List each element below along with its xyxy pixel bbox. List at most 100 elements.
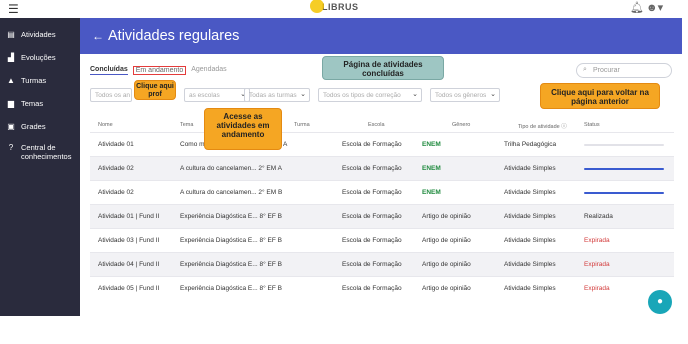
page-title: Atividades regulares xyxy=(108,28,240,44)
cell-nome: Atividade 02 xyxy=(98,165,134,172)
table-row[interactable]: Atividade 04 | Fund II Experiência Diagó… xyxy=(90,252,674,276)
progress-bar xyxy=(584,168,664,170)
sidebar-item-label: Evoluções xyxy=(21,53,56,62)
sidebar-item-label: Temas xyxy=(21,99,44,108)
cell-tipo: Atividade Simples xyxy=(504,165,556,172)
cell-nome: Atividade 05 | Fund II xyxy=(98,285,160,292)
cell-genero: ENEM xyxy=(422,165,441,172)
cell-tema: Experiência Diagóstica E... 8° EF B xyxy=(180,285,282,292)
tab-agendadas[interactable]: Agendadas xyxy=(191,66,226,75)
table-row[interactable]: Atividade 02 A cultura do cancelamen... … xyxy=(90,180,674,204)
sidebar-item-central[interactable]: ? Central de conhecimentos xyxy=(6,143,78,161)
search-placeholder: Procurar xyxy=(593,67,620,74)
tab-bar: Concluídas Em andamento Agendadas xyxy=(90,66,227,75)
column-header: Turma xyxy=(294,122,310,128)
bell-icon[interactable]: 🔔︎ xyxy=(630,1,644,14)
question-icon: ? xyxy=(8,143,14,152)
cell-genero: Artigo de opinião xyxy=(422,261,471,268)
sidebar-item-evolucoes[interactable]: ▟ Evoluções xyxy=(6,53,78,62)
cell-genero: Artigo de opinião xyxy=(422,213,471,220)
sidebar: ▤ Atividades ▟ Evoluções ▲ Turmas ▆ Tema… xyxy=(0,18,80,316)
cell-nome: Atividade 01 | Fund II xyxy=(98,213,160,220)
filter-value: as escolas xyxy=(189,92,220,99)
filter-tipos-correcao[interactable]: Todos os tipos de correção ⌄ xyxy=(318,88,422,102)
column-header: Tema xyxy=(180,122,194,128)
cell-escola: Escola de Formação xyxy=(342,285,402,292)
filter-escolas[interactable]: as escolas ⌄ xyxy=(184,88,250,102)
cell-tipo: Atividade Simples xyxy=(504,261,556,268)
filter-anos[interactable]: Todos os an xyxy=(90,88,132,102)
cell-escola: Escola de Formação xyxy=(342,165,402,172)
tab-em-andamento[interactable]: Em andamento xyxy=(132,66,187,75)
cell-nome: Atividade 03 | Fund II xyxy=(98,237,160,244)
cell-tema: A cultura do cancelamen... 2° EM B xyxy=(180,189,283,196)
chevron-down-icon: ⌄ xyxy=(300,91,306,98)
callout-voltar: Clique aqui para voltar na página anteri… xyxy=(540,83,660,109)
cell-tipo: Atividade Simples xyxy=(504,189,556,196)
cell-status: Expirada xyxy=(584,285,610,292)
chevron-down-icon: ⌄ xyxy=(490,91,496,98)
table-row[interactable]: Atividade 03 | Fund II Experiência Diagó… xyxy=(90,228,674,252)
cell-tipo: Trilha Pedagógica xyxy=(504,141,557,148)
back-arrow-icon[interactable]: ← xyxy=(92,29,104,43)
sidebar-item-atividades[interactable]: ▤ Atividades xyxy=(6,30,78,39)
cell-tema: Experiência Diagóstica E... 8° EF B xyxy=(180,213,282,220)
filter-generos[interactable]: Todos os gêneros ⌄ xyxy=(430,88,500,102)
column-header: Tipo de atividade ⓘ xyxy=(518,124,567,130)
cell-tipo: Atividade Simples xyxy=(504,237,556,244)
chat-bubble-icon[interactable]: ● xyxy=(648,290,672,314)
page-header: ← Atividades regulares xyxy=(80,18,682,54)
column-header: Status xyxy=(584,122,600,128)
cell-status: Expirada xyxy=(584,237,610,244)
cell-escola: Escola de Formação xyxy=(342,261,402,268)
cell-nome: Atividade 02 xyxy=(98,189,134,196)
search-icon: ⌕ xyxy=(583,66,587,73)
search-input[interactable]: ⌕ Procurar xyxy=(576,63,672,78)
tab-concluidas[interactable]: Concluídas xyxy=(90,66,128,75)
sidebar-item-grades[interactable]: ▣ Grades xyxy=(6,122,78,131)
logo: LIBRUS xyxy=(310,0,359,13)
sidebar-item-label: Grades xyxy=(21,122,46,131)
user-avatar-icon[interactable]: ☻▾ xyxy=(646,1,663,14)
sidebar-item-turmas[interactable]: ▲ Turmas xyxy=(6,76,78,85)
callout-pagina-concluidas: Página de atividades concluídas xyxy=(322,56,444,80)
hamburger-menu-icon[interactable]: ☰ xyxy=(8,2,19,16)
table-row[interactable]: Atividade 01 Como manter a saúde fis... … xyxy=(90,132,674,156)
callout-clique-aqui-prof: Clique aqui prof xyxy=(134,80,176,100)
table-row[interactable]: Atividade 05 | Fund II Experiência Diagó… xyxy=(90,276,674,300)
filter-value: Todas as turmas xyxy=(249,92,297,99)
cell-genero: ENEM xyxy=(422,141,441,148)
cell-tema: A cultura do cancelamen... 2° EM A xyxy=(180,165,282,172)
cell-status: Expirada xyxy=(584,261,610,268)
chart-icon: ▟ xyxy=(7,53,15,62)
cell-genero: ENEM xyxy=(422,189,441,196)
cell-escola: Escola de Formação xyxy=(342,189,402,196)
cell-escola: Escola de Formação xyxy=(342,141,402,148)
table-row[interactable]: Atividade 01 | Fund II Experiência Diagó… xyxy=(90,204,674,228)
filter-value: Todos os tipos de correção xyxy=(323,92,401,99)
column-header: Gênero xyxy=(452,122,471,128)
cell-tipo: Atividade Simples xyxy=(504,285,556,292)
column-header: Escola xyxy=(368,122,385,128)
graduation-cap-icon: ▲ xyxy=(7,76,15,85)
cell-nome: Atividade 04 | Fund II xyxy=(98,261,160,268)
sidebar-item-label: Atividades xyxy=(21,30,56,39)
callout-acesse-andamento: Acesse as atividades em andamento xyxy=(204,108,282,150)
table-row[interactable]: Atividade 02 A cultura do cancelamen... … xyxy=(90,156,674,180)
column-header: Nome xyxy=(98,122,113,128)
filter-value: Todos os gêneros xyxy=(435,92,487,99)
cell-tipo: Atividade Simples xyxy=(504,213,556,220)
progress-bar xyxy=(584,144,664,146)
filter-value: Todos os an xyxy=(95,92,131,99)
sidebar-item-label: Turmas xyxy=(21,76,47,85)
cell-genero: Artigo de opinião xyxy=(422,237,471,244)
table-header: Nome Tema Turma Escola Gênero Tipo de at… xyxy=(90,118,674,132)
cell-escola: Escola de Formação xyxy=(342,237,402,244)
sidebar-item-temas[interactable]: ▆ Temas xyxy=(6,99,78,108)
cell-status: Realizada xyxy=(584,213,613,220)
progress-bar xyxy=(584,192,664,194)
cell-tema: Experiência Diagóstica E... 8° EF B xyxy=(180,261,282,268)
clipboard-icon: ▣ xyxy=(7,122,15,131)
cell-escola: Escola de Formação xyxy=(342,213,402,220)
filter-turmas[interactable]: Todas as turmas ⌄ xyxy=(244,88,310,102)
